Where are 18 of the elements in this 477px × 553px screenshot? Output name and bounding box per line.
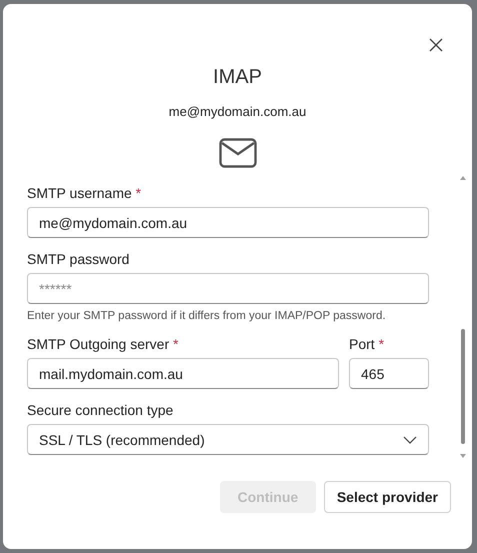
close-icon — [429, 38, 443, 52]
chevron-down-icon — [403, 436, 417, 444]
scrollbar[interactable] — [459, 174, 467, 460]
help-text: Enter your SMTP password if it differs from your IMAP/POP password. — [27, 309, 387, 323]
field-label: SMTP password — [27, 250, 130, 268]
field-label: SMTP Outgoing server * — [27, 335, 180, 353]
server-field[interactable]: mail.mydomain.com.au — [27, 358, 339, 389]
envelope-icon — [218, 138, 256, 168]
connection-dropdown[interactable]: SSL / TLS (recommended) — [27, 424, 429, 455]
port-field[interactable]: 465 — [349, 358, 429, 389]
select-provider-button[interactable]: Select provider — [324, 481, 451, 513]
field-label: Port * — [349, 335, 386, 353]
password-field[interactable]: ****** — [27, 273, 429, 304]
username-field[interactable]: me@mydomain.com.au — [27, 207, 429, 238]
field-label: Secure connection type — [27, 401, 174, 419]
field-label: SMTP username * — [27, 184, 142, 202]
dialog-title: IMAP — [212, 65, 263, 90]
account-email: me@mydomain.com.au — [168, 104, 308, 120]
